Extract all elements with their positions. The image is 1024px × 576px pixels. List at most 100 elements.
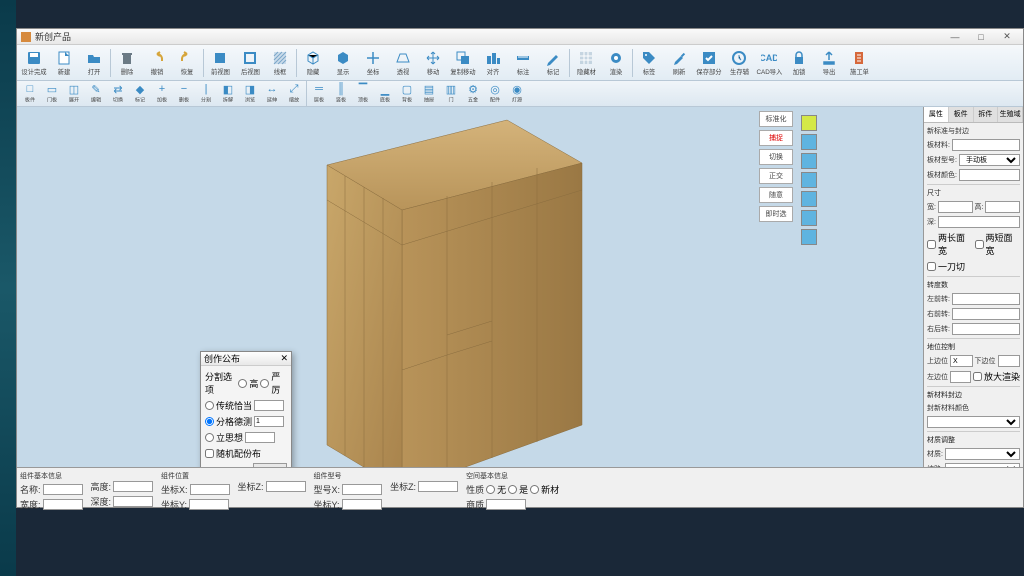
tool-cube-s[interactable]: 显示 [328, 47, 358, 79]
rz-input[interactable] [952, 323, 1020, 335]
tool-export[interactable]: 导出 [814, 47, 844, 79]
bp-y-input[interactable] [189, 499, 229, 510]
subtool-门板[interactable]: ▭ 门板 [41, 83, 63, 105]
pz-input[interactable] [950, 371, 971, 383]
subtool-底板[interactable]: ▁ 底板 [374, 83, 396, 105]
color-input[interactable] [959, 169, 1020, 181]
dlg-r2-radio[interactable] [205, 417, 214, 426]
tool-render[interactable]: 渲染 [601, 47, 631, 79]
tool-gen[interactable]: 生存辅 [724, 47, 754, 79]
model-select[interactable]: 手动板 [959, 154, 1020, 166]
subtool-配件[interactable]: ◎ 配件 [484, 83, 506, 105]
subtool-灯源[interactable]: ◉ 灯源 [506, 83, 528, 105]
dlg-input-3[interactable] [245, 432, 275, 443]
panel-tab-1[interactable]: 板件 [949, 107, 974, 122]
tool-open[interactable]: 打开 [79, 47, 109, 79]
rx-input[interactable] [952, 293, 1020, 305]
maximize-button[interactable]: □ [969, 31, 993, 43]
height-input[interactable] [985, 201, 1020, 213]
close-button[interactable]: ✕ [995, 31, 1019, 43]
bp-radio-c[interactable] [530, 485, 539, 494]
chk3[interactable] [927, 262, 936, 271]
tool-pen[interactable]: 标记 [538, 47, 568, 79]
chk2[interactable] [975, 240, 984, 249]
tool-move[interactable]: 移动 [418, 47, 448, 79]
subtool-分割[interactable]: | 分割 [195, 83, 217, 105]
tool-hatch[interactable]: 线框 [265, 47, 295, 79]
px-input[interactable] [950, 355, 973, 367]
subtool-缩放[interactable]: ⤢ 缩放 [283, 83, 305, 105]
dlg-radio-2[interactable] [260, 379, 269, 388]
dlg-radio-1[interactable] [238, 379, 247, 388]
badge-x1[interactable]: 正交 [759, 168, 793, 184]
dlg-check[interactable] [205, 449, 214, 458]
subtool-顶板[interactable]: ▔ 顶板 [352, 83, 374, 105]
subtool-浏览[interactable]: ◨ 浏览 [239, 83, 261, 105]
tool-brush[interactable]: 刷新 [664, 47, 694, 79]
shape-arc1[interactable] [801, 134, 817, 150]
subtool-删板[interactable]: − 删板 [173, 83, 195, 105]
badge-standard[interactable]: 标准化 [759, 111, 793, 127]
shape-arc4[interactable] [801, 191, 817, 207]
subtool-五金[interactable]: ⚙ 五金 [462, 83, 484, 105]
badge-snap[interactable]: 捕捉 [759, 130, 793, 146]
chk1[interactable] [927, 240, 936, 249]
panel-tab-0[interactable]: 属性 [924, 107, 949, 122]
tool-view-b[interactable]: 后视图 [235, 47, 265, 79]
dlg-input-2[interactable] [254, 416, 284, 427]
chk-big[interactable] [973, 372, 982, 381]
tool-align[interactable]: 对齐 [478, 47, 508, 79]
tool-copy[interactable]: 复制移动 [448, 47, 478, 79]
bp-z-input[interactable] [266, 481, 306, 492]
badge-x2[interactable]: 随意 [759, 187, 793, 203]
tool-new[interactable]: 新建 [49, 47, 79, 79]
tool-cube-h[interactable]: 隐藏 [298, 47, 328, 79]
tool-grid[interactable]: 隐藏材 [571, 47, 601, 79]
subtool-拆解[interactable]: ◧ 拆解 [217, 83, 239, 105]
subtool-展开[interactable]: ◫ 展开 [63, 83, 85, 105]
tool-ruler[interactable]: 标注 [508, 47, 538, 79]
bp-x-input[interactable] [190, 484, 230, 495]
subtool-编辑[interactable]: ✎ 编辑 [85, 83, 107, 105]
subtool-板件[interactable]: □ 板件 [19, 83, 41, 105]
shape-arc5[interactable] [801, 210, 817, 226]
subtool-门[interactable]: ▥ 门 [440, 83, 462, 105]
tool-cad[interactable]: CAD CAD导入 [754, 47, 784, 79]
tool-persp[interactable]: 透视 [388, 47, 418, 79]
shape-arc3[interactable] [801, 172, 817, 188]
dialog-close-icon[interactable]: ✕ [280, 353, 288, 364]
bp-mz-input[interactable] [418, 481, 458, 492]
badge-y1[interactable]: 即时选 [759, 206, 793, 222]
subtool-标记[interactable]: ◆ 标记 [129, 83, 151, 105]
minimize-button[interactable]: — [943, 31, 967, 43]
panel-tab-2[interactable]: 拆件 [974, 107, 999, 122]
subtool-竖板[interactable]: ║ 竖板 [330, 83, 352, 105]
dlg-r3-radio[interactable] [205, 433, 214, 442]
subtool-加板[interactable]: + 加板 [151, 83, 173, 105]
subtool-抽屉[interactable]: ▤ 抽屉 [418, 83, 440, 105]
subtool-层板[interactable]: ═ 层板 [308, 83, 330, 105]
tool-lock[interactable]: 加锁 [784, 47, 814, 79]
ry-input[interactable] [952, 308, 1020, 320]
bp-height-input[interactable] [113, 481, 153, 492]
cabinet-model[interactable] [317, 115, 597, 495]
bp-width-input[interactable] [43, 499, 83, 510]
bp-radio-a[interactable] [486, 485, 495, 494]
dlg-r1-radio[interactable] [205, 401, 214, 410]
tool-save[interactable]: 设计完成 [19, 47, 49, 79]
tool-undo[interactable]: 撤销 [142, 47, 172, 79]
tool-doc[interactable]: 施工单 [844, 47, 874, 79]
bp-depth-input[interactable] [113, 496, 153, 507]
bp-name-input[interactable] [43, 484, 83, 495]
tool-view-f[interactable]: 前视图 [205, 47, 235, 79]
subtool-延伸[interactable]: ↔ 延伸 [261, 83, 283, 105]
subtool-切换[interactable]: ⇄ 切换 [107, 83, 129, 105]
viewport-3d[interactable]: 标准化捕捉切换正交随意即时选 创作公布 ✕ 分割选项 高 严厉 传统恰当 [17, 107, 923, 467]
tool-axis[interactable]: 坐标 [358, 47, 388, 79]
surf1-select[interactable] [945, 448, 1020, 460]
panel-tab-3[interactable]: 生殖域 [998, 107, 1023, 122]
tool-tag[interactable]: 标签 [634, 47, 664, 79]
bp-my-input[interactable] [342, 499, 382, 510]
badge-cut[interactable]: 切换 [759, 149, 793, 165]
dlg-input-1[interactable] [254, 400, 284, 411]
